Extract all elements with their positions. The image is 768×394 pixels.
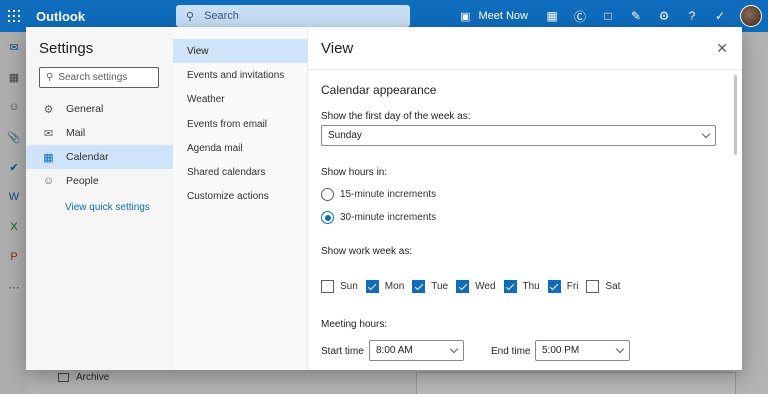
avatar[interactable] xyxy=(740,5,762,27)
radio-30-minute[interactable]: 30-minute increments xyxy=(321,211,436,224)
checkbox-box-checked xyxy=(503,280,517,293)
checkbox-sun[interactable]: Sun xyxy=(321,280,358,293)
calendar-icon: ▦ xyxy=(43,151,54,164)
video-camera-icon: ▣ xyxy=(460,10,471,23)
subcategory-events-from-email[interactable]: Events from email xyxy=(173,112,308,136)
first-day-select[interactable]: Sunday xyxy=(321,125,716,146)
category-label: People xyxy=(66,175,99,187)
subcategory-view[interactable]: View xyxy=(173,39,308,64)
search-icon: ⚲ xyxy=(46,72,54,83)
category-label: General xyxy=(66,103,104,115)
first-day-label: Show the first day of the week as: xyxy=(321,111,471,122)
checkbox-sat[interactable]: Sat xyxy=(586,280,620,293)
checkbox-box-checked xyxy=(547,280,561,293)
view-quick-settings-link[interactable]: View quick settings xyxy=(65,202,150,213)
meeting-hours-label: Meeting hours: xyxy=(321,319,388,330)
checkbox-mon[interactable]: Mon xyxy=(365,280,405,293)
search-icon: ⚲ xyxy=(186,10,195,23)
checkbox-box xyxy=(321,280,334,293)
hours-label: Show hours in: xyxy=(321,167,388,178)
settings-title: Settings xyxy=(39,40,94,57)
category-calendar[interactable]: ▦ Calendar xyxy=(26,145,173,169)
search-placeholder: Search xyxy=(204,10,239,22)
category-label: Mail xyxy=(66,127,86,139)
settings-content-pane: View ✕ Calendar appearance Show the firs… xyxy=(308,27,742,370)
category-mail[interactable]: ✉ Mail xyxy=(26,121,173,145)
work-week-checkboxes: Sun Mon Tue Wed Thu Fri Sat xyxy=(321,280,628,293)
chevron-down-icon xyxy=(615,344,625,354)
settings-search-input[interactable]: ⚲ Search settings xyxy=(39,67,159,88)
pane-title: View xyxy=(321,40,354,57)
day-label: Thu xyxy=(522,281,540,292)
calendar-subcategories-panel: View Events and invitations Weather Even… xyxy=(173,27,308,370)
radio-15-minute[interactable]: 15-minute increments xyxy=(321,188,436,201)
subcategory-shared-calendars[interactable]: Shared calendars xyxy=(173,160,308,184)
gear-icon: ⚙ xyxy=(43,103,54,116)
pane-scrollbar[interactable] xyxy=(734,75,737,155)
end-time-value: 5:00 PM xyxy=(542,345,580,356)
radio-label: 30-minute increments xyxy=(340,212,437,223)
start-time-value: 8:00 AM xyxy=(376,345,413,356)
end-time-label: End time xyxy=(491,346,531,357)
checkbox-box-checked xyxy=(456,280,470,293)
meet-now-button[interactable]: ▣ Meet Now xyxy=(460,10,528,23)
day-label: Wed xyxy=(475,281,496,292)
settings-search-placeholder: Search settings xyxy=(58,72,128,83)
app-launcher-icon[interactable] xyxy=(0,0,28,32)
first-day-value: Sunday xyxy=(328,130,362,141)
category-label: Calendar xyxy=(66,151,109,163)
day-label: Mon xyxy=(384,281,405,292)
checkbox-tue[interactable]: Tue xyxy=(412,280,448,293)
subcategory-customize-actions[interactable]: Customize actions xyxy=(173,185,308,209)
work-week-label: Show work week as: xyxy=(321,246,413,257)
category-general[interactable]: ⚙ General xyxy=(26,97,173,121)
radio-circle xyxy=(321,188,334,201)
checkbox-box xyxy=(586,280,600,293)
close-icon[interactable]: ✕ xyxy=(716,41,728,55)
day-label: Fri xyxy=(566,281,579,292)
chevron-down-icon xyxy=(449,344,459,354)
settings-categories-panel: Settings ⚲ Search settings ⚙ General ✉ M… xyxy=(26,27,173,370)
start-time-select[interactable]: 8:00 AM xyxy=(369,340,464,361)
day-label: Sat xyxy=(605,281,621,292)
pane-divider xyxy=(308,69,742,70)
radio-circle-selected xyxy=(321,211,334,224)
checkbox-thu[interactable]: Thu xyxy=(503,280,540,293)
day-label: Tue xyxy=(431,281,449,292)
subcategory-agenda-mail[interactable]: Agenda mail xyxy=(173,136,308,160)
day-label: Sun xyxy=(340,281,358,292)
category-people[interactable]: ☺ People xyxy=(26,169,173,193)
chevron-down-icon xyxy=(701,129,711,139)
checkbox-box-checked xyxy=(365,280,379,293)
search-input[interactable]: ⚲ Search xyxy=(176,5,410,27)
app-title[interactable]: Outlook xyxy=(36,9,85,24)
meet-now-label: Meet Now xyxy=(478,10,528,22)
subcategory-weather[interactable]: Weather xyxy=(173,88,308,112)
mail-icon: ✉ xyxy=(43,127,54,140)
subcategory-events-and-invitations[interactable]: Events and invitations xyxy=(173,63,308,87)
people-icon: ☺ xyxy=(42,175,55,187)
start-time-label: Start time xyxy=(321,346,364,357)
end-time-select[interactable]: 5:00 PM xyxy=(535,340,630,361)
section-heading: Calendar appearance xyxy=(321,83,437,97)
settings-dialog: Settings ⚲ Search settings ⚙ General ✉ M… xyxy=(26,27,742,370)
radio-label: 15-minute increments xyxy=(340,189,437,200)
checkbox-box-checked xyxy=(412,280,426,293)
checkbox-wed[interactable]: Wed xyxy=(456,280,496,293)
checkbox-fri[interactable]: Fri xyxy=(547,280,579,293)
